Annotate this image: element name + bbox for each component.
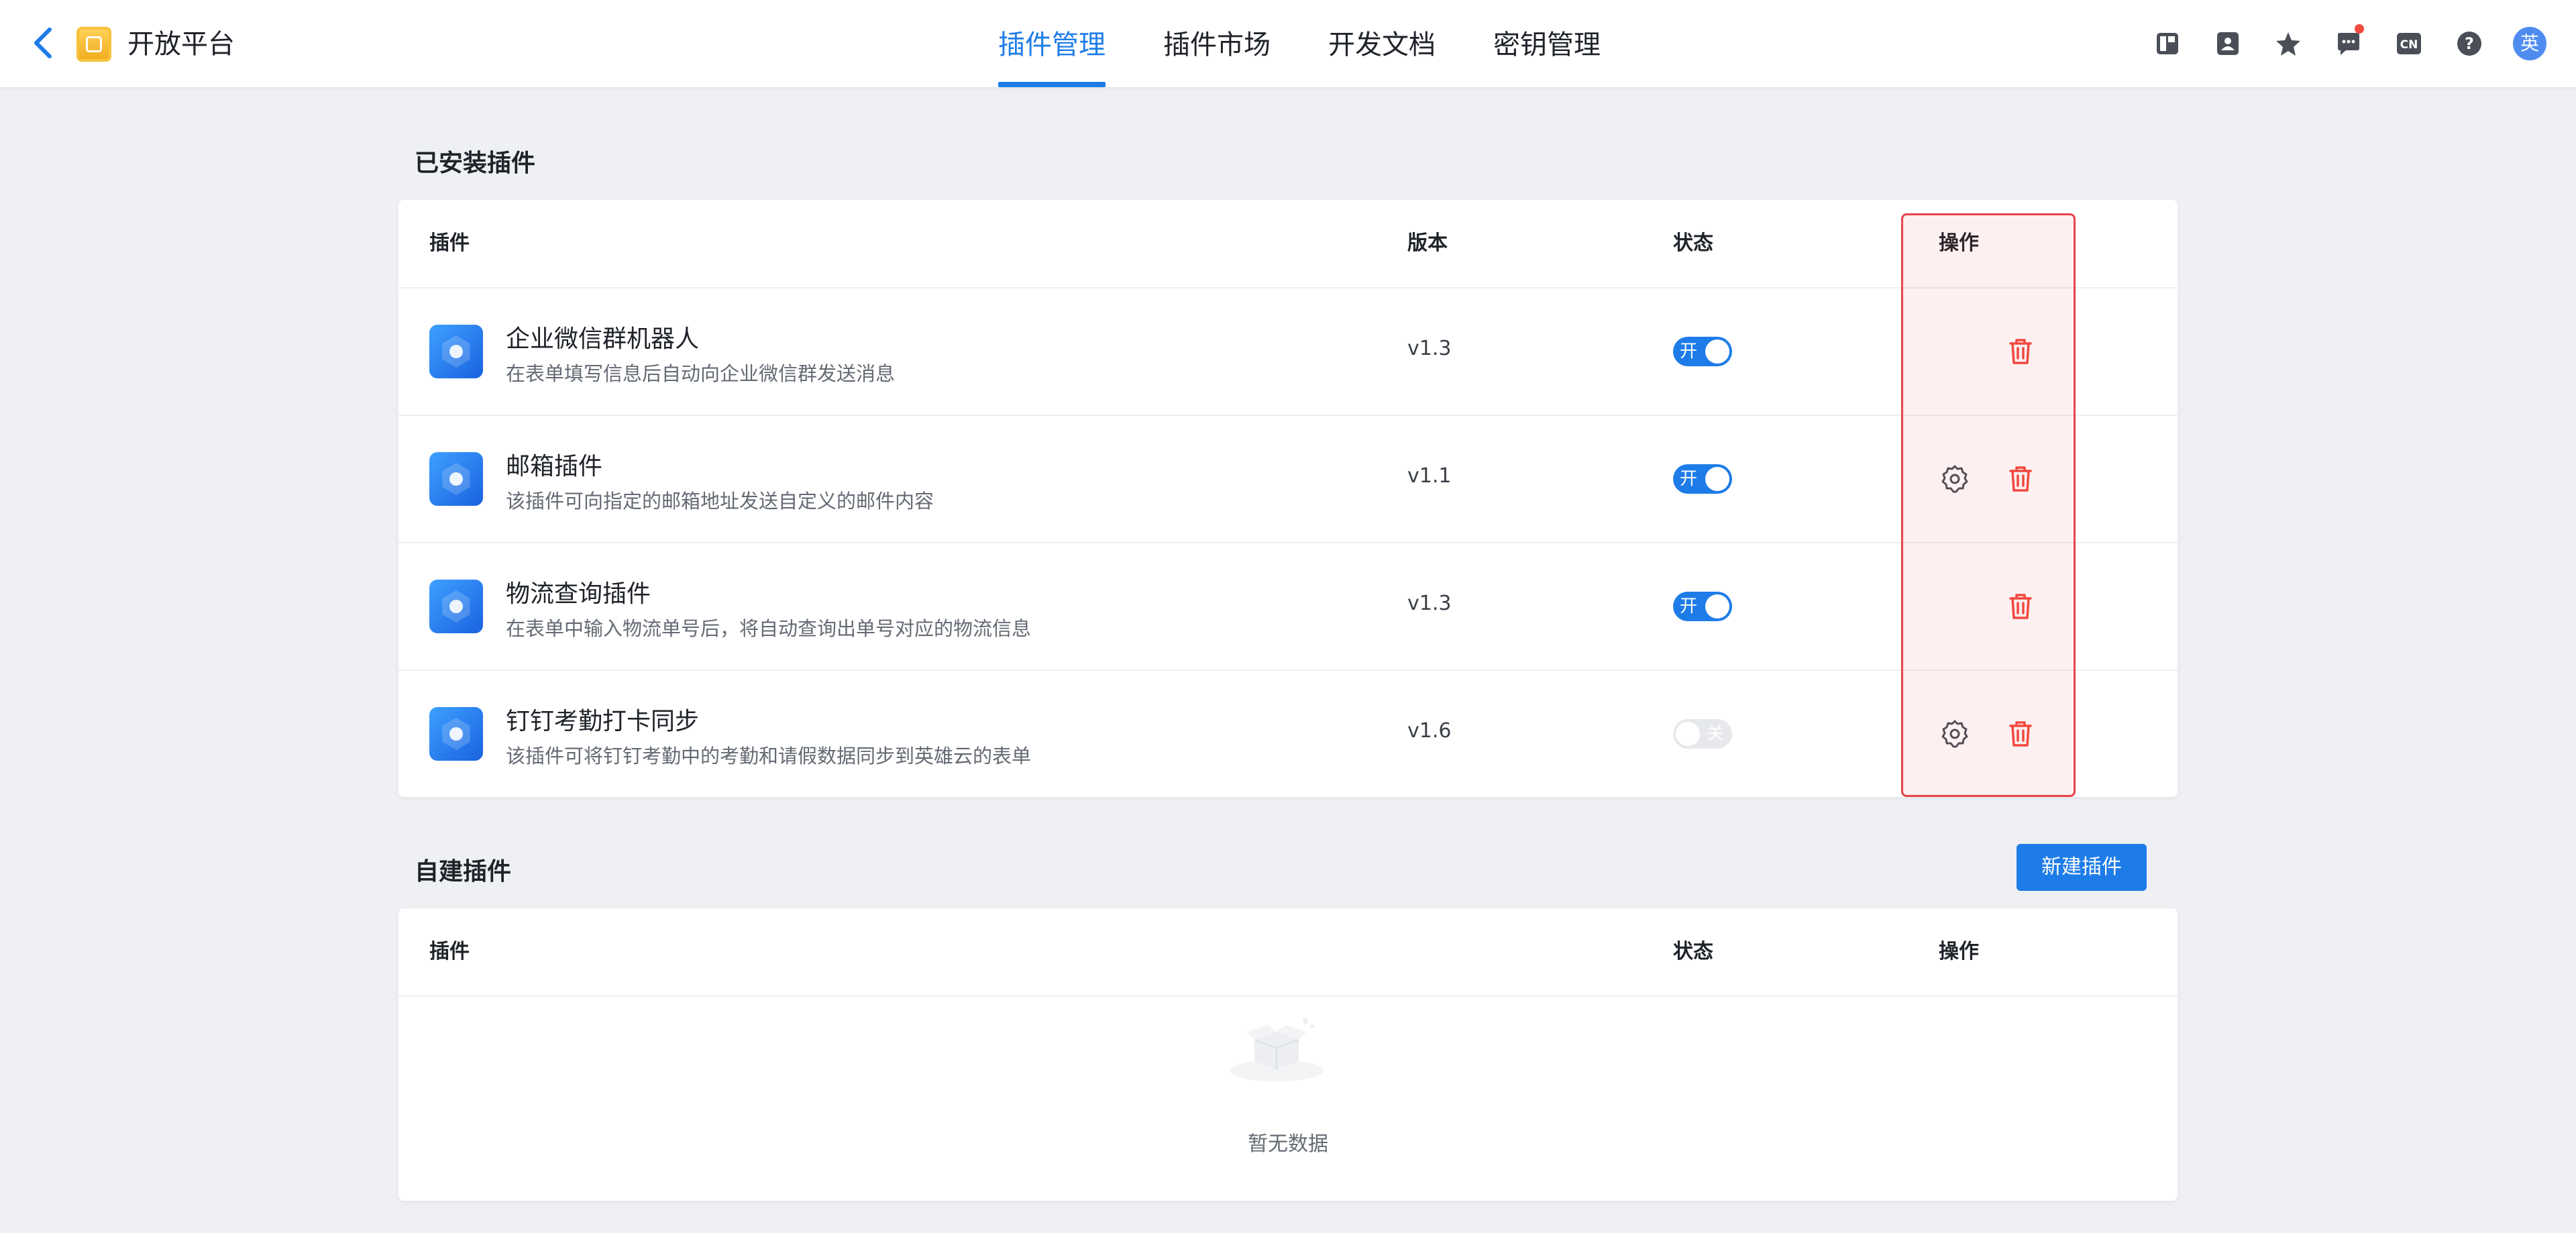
toggle-label: 开 <box>1680 596 1698 616</box>
message-icon[interactable] <box>2332 24 2365 60</box>
toggle-knob <box>1705 467 1729 491</box>
plugin-description: 该插件可将钉钉考勤中的考勤和请假数据同步到英雄云的表单 <box>506 745 1032 767</box>
table-header: 插件 版本 状态 操作 <box>398 200 2178 288</box>
plugin-description: 在表单中输入物流单号后，将自动查询出单号对应的物流信息 <box>506 617 1032 640</box>
toggle-label: 开 <box>1680 341 1698 362</box>
col-actions: 操作 <box>1939 940 1979 963</box>
col-version: 版本 <box>1407 231 1448 255</box>
status-toggle[interactable]: 开 <box>1673 592 1732 621</box>
plugin-icon <box>429 452 483 506</box>
notification-dot <box>2355 24 2364 34</box>
col-plugin: 插件 <box>429 940 470 963</box>
table-row: 钉钉考勤打卡同步 该插件可将钉钉考勤中的考勤和请假数据同步到英雄云的表单 v1.… <box>398 671 2178 797</box>
plugin-name: 钉钉考勤打卡同步 <box>506 708 700 735</box>
tab-key-management[interactable]: 密钥管理 <box>1493 0 1601 87</box>
plugin-version: v1.3 <box>1407 592 1452 615</box>
main-nav: 插件管理 插件市场 开发文档 密钥管理 <box>998 0 1658 87</box>
custom-plugins-table: 插件 状态 操作 暂无数据 <box>398 908 2178 1201</box>
status-toggle[interactable]: 关 <box>1673 719 1732 749</box>
app-logo <box>76 27 111 62</box>
toggle-knob <box>1705 339 1729 364</box>
delete-icon[interactable] <box>2004 718 2037 750</box>
gear-icon[interactable] <box>1939 718 1971 750</box>
plugin-version: v1.1 <box>1407 464 1452 488</box>
empty-state-text: 暂无数据 <box>1248 1132 1328 1156</box>
status-toggle[interactable]: 开 <box>1673 337 1732 366</box>
top-bar: 开放平台 插件管理 插件市场 开发文档 密钥管理 CN ? 英 <box>0 0 2576 87</box>
plugin-icon <box>429 707 483 761</box>
help-icon[interactable]: ? <box>2453 27 2486 60</box>
installed-plugins-table: 插件 版本 状态 操作 企业微信群机器人 在表单填写信息后自动向企业微信群发送消… <box>398 200 2178 797</box>
plugin-version: v1.3 <box>1407 337 1452 360</box>
delete-icon[interactable] <box>2004 335 2037 368</box>
toggle-knob <box>1676 722 1700 746</box>
help-glyph: ? <box>2465 34 2474 53</box>
table-header: 插件 状态 操作 <box>398 908 2178 997</box>
back-icon[interactable] <box>30 24 56 62</box>
tab-plugin-market[interactable]: 插件市场 <box>1163 0 1271 87</box>
tab-dev-docs[interactable]: 开发文档 <box>1328 0 1436 87</box>
col-status: 状态 <box>1673 231 1713 255</box>
gear-icon[interactable] <box>1939 463 1971 495</box>
plugin-description: 在表单填写信息后自动向企业微信群发送消息 <box>506 362 896 385</box>
custom-section-title: 自建插件 <box>415 858 512 886</box>
toggle-label: 关 <box>1706 724 1724 744</box>
delete-icon[interactable] <box>2004 463 2037 495</box>
col-actions: 操作 <box>1939 231 1979 255</box>
table-row: 物流查询插件 在表单中输入物流单号后，将自动查询出单号对应的物流信息 v1.3 … <box>398 543 2178 671</box>
plugin-name: 企业微信群机器人 <box>506 325 700 353</box>
avatar[interactable]: 英 <box>2513 27 2546 60</box>
plugin-icon <box>429 325 483 378</box>
language-badge-text: CN <box>2400 38 2418 52</box>
delete-icon[interactable] <box>2004 590 2037 623</box>
empty-box-icon <box>1226 1009 1327 1083</box>
star-icon[interactable] <box>2271 27 2305 60</box>
status-toggle[interactable]: 开 <box>1673 464 1732 494</box>
plugin-name: 物流查询插件 <box>506 580 651 608</box>
col-plugin: 插件 <box>429 231 470 255</box>
table-row: 企业微信群机器人 在表单填写信息后自动向企业微信群发送消息 v1.3 开 <box>398 288 2178 416</box>
plugin-icon <box>429 580 483 633</box>
plugin-name: 邮箱插件 <box>506 453 603 480</box>
col-status: 状态 <box>1673 940 1713 963</box>
plugin-version: v1.6 <box>1407 719 1452 743</box>
layout-icon[interactable] <box>2151 27 2184 60</box>
toggle-knob <box>1705 594 1729 619</box>
app-title: 开放平台 <box>127 29 235 60</box>
plugin-description: 该插件可向指定的邮箱地址发送自定义的邮件内容 <box>506 490 934 513</box>
header-tools: CN ? 英 <box>2124 24 2546 60</box>
contacts-icon[interactable] <box>2211 27 2245 60</box>
table-row: 邮箱插件 该插件可向指定的邮箱地址发送自定义的邮件内容 v1.1 开 <box>398 416 2178 543</box>
language-icon[interactable]: CN <box>2392 27 2426 60</box>
toggle-label: 开 <box>1680 469 1698 489</box>
new-plugin-button[interactable]: 新建插件 <box>2017 844 2147 891</box>
installed-section-title: 已安装插件 <box>415 150 536 177</box>
tab-plugin-management[interactable]: 插件管理 <box>998 0 1106 87</box>
